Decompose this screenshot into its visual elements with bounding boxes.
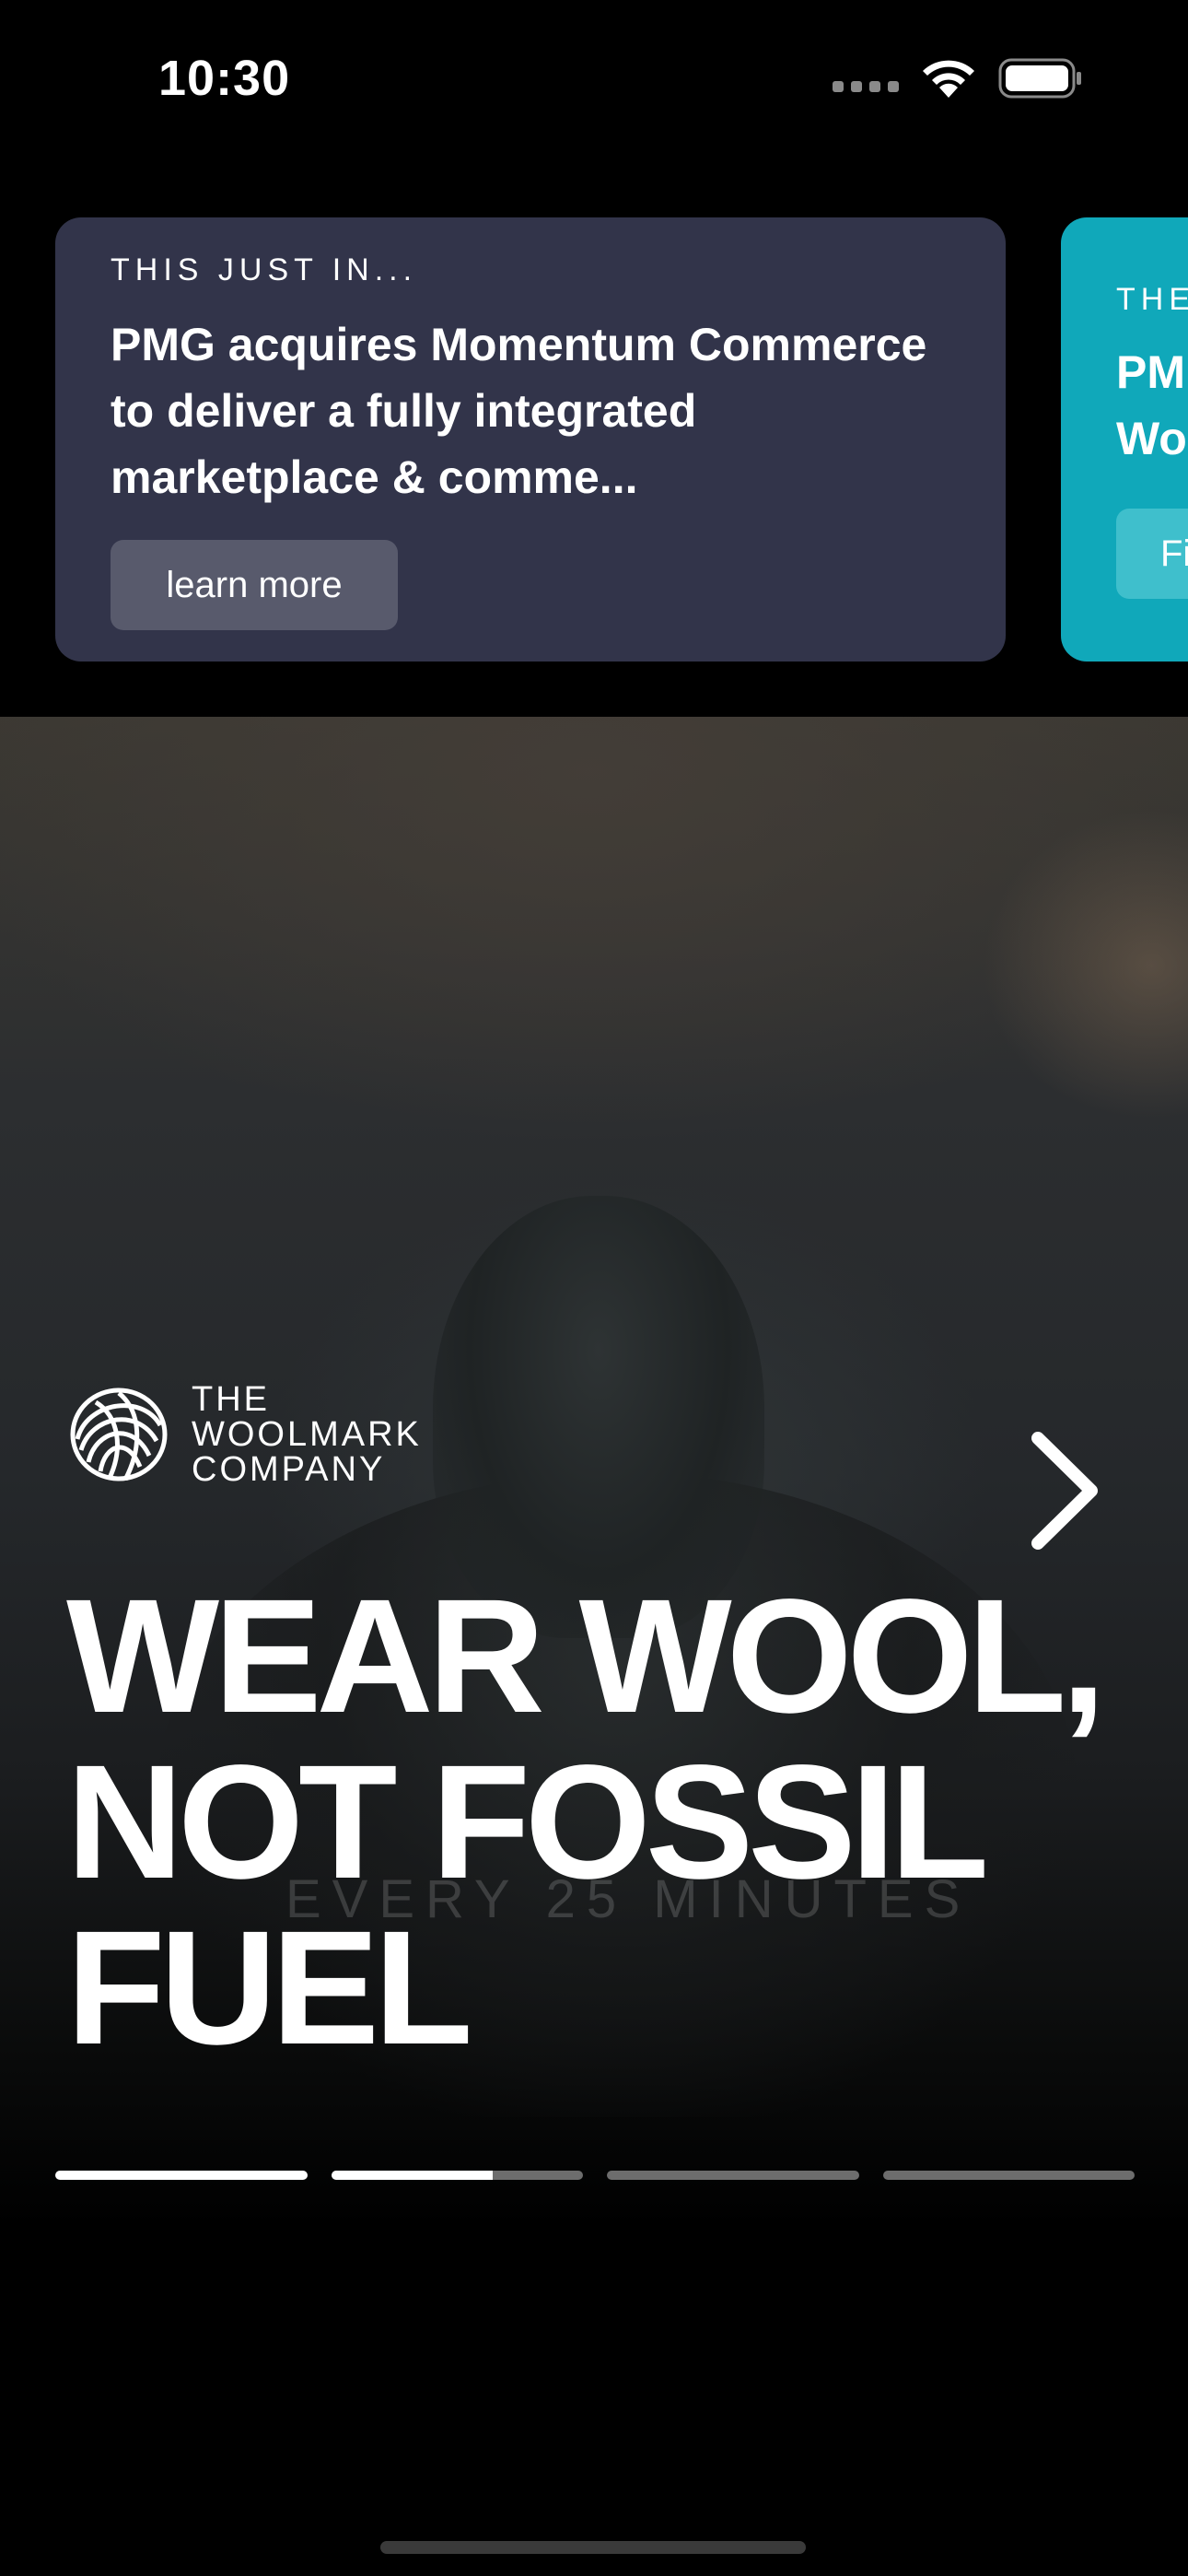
status-time: 10:30 bbox=[158, 51, 291, 106]
hero-story[interactable]: EVERY 25 MINUTES THE WOOLMARK COMPANY WE… bbox=[0, 717, 1188, 2228]
status-bar: 10:30 bbox=[0, 0, 1188, 157]
progress-segment bbox=[607, 2171, 859, 2180]
chevron-right-icon bbox=[1031, 1432, 1098, 1550]
news-card-next[interactable]: THE PM Wo Fi bbox=[1061, 217, 1188, 662]
card-button[interactable]: Fi bbox=[1116, 509, 1188, 599]
battery-icon bbox=[998, 58, 1081, 99]
progress-segment bbox=[55, 2171, 308, 2180]
news-carousel[interactable]: THIS JUST IN... PMG acquires Momentum Co… bbox=[0, 217, 1188, 662]
card-headline: PMG acquires Momentum Commerce to delive… bbox=[111, 319, 927, 503]
story-progress bbox=[55, 2171, 1135, 2182]
home-indicator[interactable] bbox=[380, 2541, 806, 2554]
learn-more-button[interactable]: learn more bbox=[111, 540, 398, 630]
card-eyebrow: THE bbox=[1116, 282, 1188, 317]
progress-fill bbox=[331, 2171, 493, 2180]
card-eyebrow: THIS JUST IN... bbox=[111, 252, 418, 287]
progress-fill bbox=[55, 2171, 308, 2180]
progress-segment bbox=[882, 2171, 1135, 2180]
status-icons bbox=[833, 57, 1083, 100]
brand-name: THE WOOLMARK COMPANY bbox=[192, 1380, 422, 1489]
brand-logo: THE WOOLMARK COMPANY bbox=[68, 1380, 422, 1489]
hero-title: WEAR WOOL, NOT FOSSIL FUEL bbox=[66, 1566, 1106, 2078]
wifi-icon bbox=[923, 60, 974, 98]
cellular-signal-icon bbox=[833, 81, 899, 92]
woolmark-logo-icon bbox=[70, 1388, 168, 1481]
card-headline: PM Wo bbox=[1116, 346, 1187, 464]
app-screen: 10:30 THIS JUST IN... PMG acquires Momen… bbox=[0, 0, 1188, 2576]
next-story-button[interactable] bbox=[1022, 1426, 1105, 1555]
progress-segment bbox=[331, 2171, 583, 2180]
news-card[interactable]: THIS JUST IN... PMG acquires Momentum Co… bbox=[55, 217, 1006, 662]
